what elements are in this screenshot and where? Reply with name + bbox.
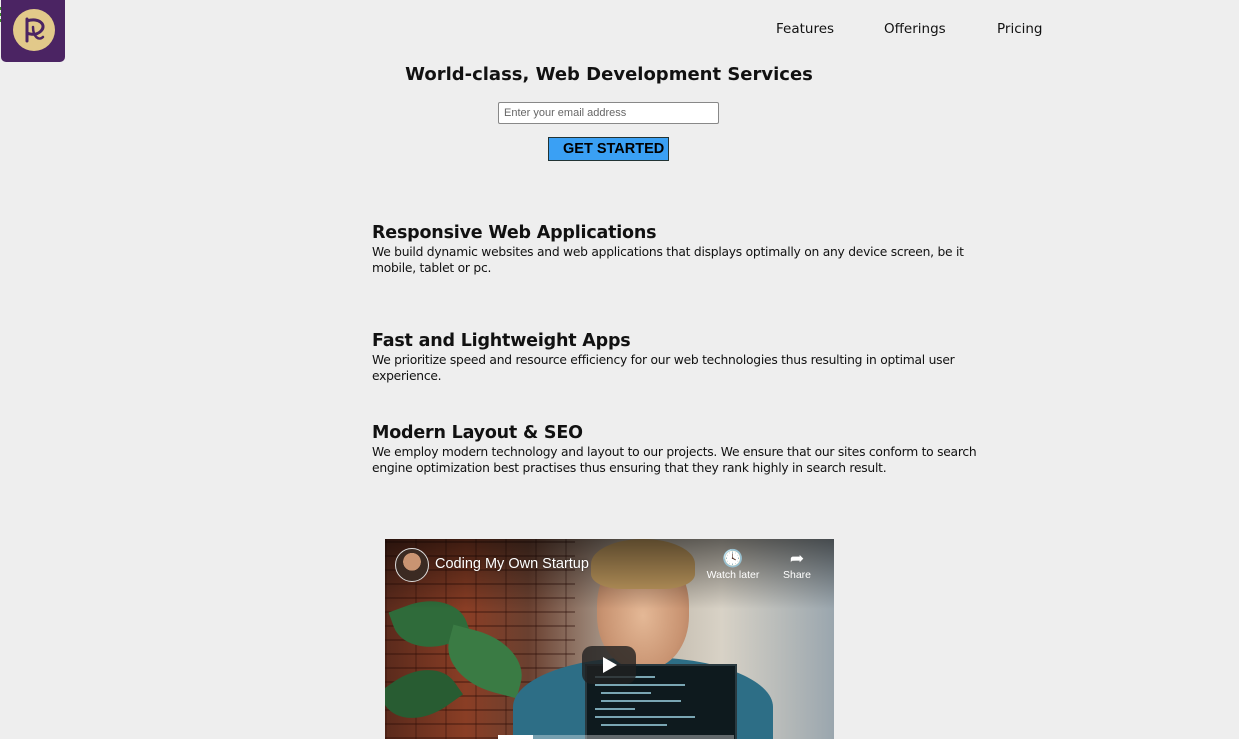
share-label: Share: [782, 569, 812, 581]
nav-link-pricing[interactable]: Pricing: [997, 21, 1043, 37]
hero-title: World-class, Web Development Services: [405, 64, 813, 85]
feature-description: We prioritize speed and resource efficie…: [372, 353, 955, 383]
feature-title: Responsive Web Applications: [372, 223, 657, 243]
share-button[interactable]: ➦ Share: [767, 549, 827, 581]
logo-mark-icon: [25, 17, 45, 43]
watch-later-button[interactable]: 🕓 Watch later: [703, 549, 763, 581]
channel-avatar[interactable]: [395, 548, 429, 582]
feature-description: We employ modern technology and layout t…: [372, 445, 977, 475]
site-logo[interactable]: [1, 0, 65, 62]
nav-link-features[interactable]: Features: [776, 21, 834, 37]
clock-icon: 🕓: [722, 549, 744, 568]
video-progress-bar[interactable]: [498, 735, 734, 739]
watch-later-label: Watch later: [706, 569, 760, 581]
feature-responsive: Responsive Web Applications We build dyn…: [372, 222, 1002, 276]
page: Features Offerings Pricing World-class, …: [0, 0, 1239, 739]
feature-title: Modern Layout & SEO: [372, 423, 583, 443]
feature-description: We build dynamic websites and web applic…: [372, 245, 964, 275]
share-arrow-icon: ➦: [789, 549, 805, 568]
play-button[interactable]: [582, 646, 636, 684]
video-progress-fill: [498, 735, 534, 739]
feature-seo: Modern Layout & SEO We employ modern tec…: [372, 422, 1002, 476]
feature-title: Fast and Lightweight Apps: [372, 331, 631, 351]
nav-link-offerings[interactable]: Offerings: [884, 21, 946, 37]
feature-fast: Fast and Lightweight Apps We prioritize …: [372, 330, 1002, 384]
video-embed[interactable]: Coding My Own Startup 🕓 Watch later ➦ Sh…: [385, 539, 834, 739]
logo-emblem: [13, 9, 55, 51]
video-title[interactable]: Coding My Own Startup: [435, 556, 589, 572]
email-input[interactable]: [498, 102, 719, 124]
get-started-button[interactable]: GET STARTED: [548, 137, 669, 161]
